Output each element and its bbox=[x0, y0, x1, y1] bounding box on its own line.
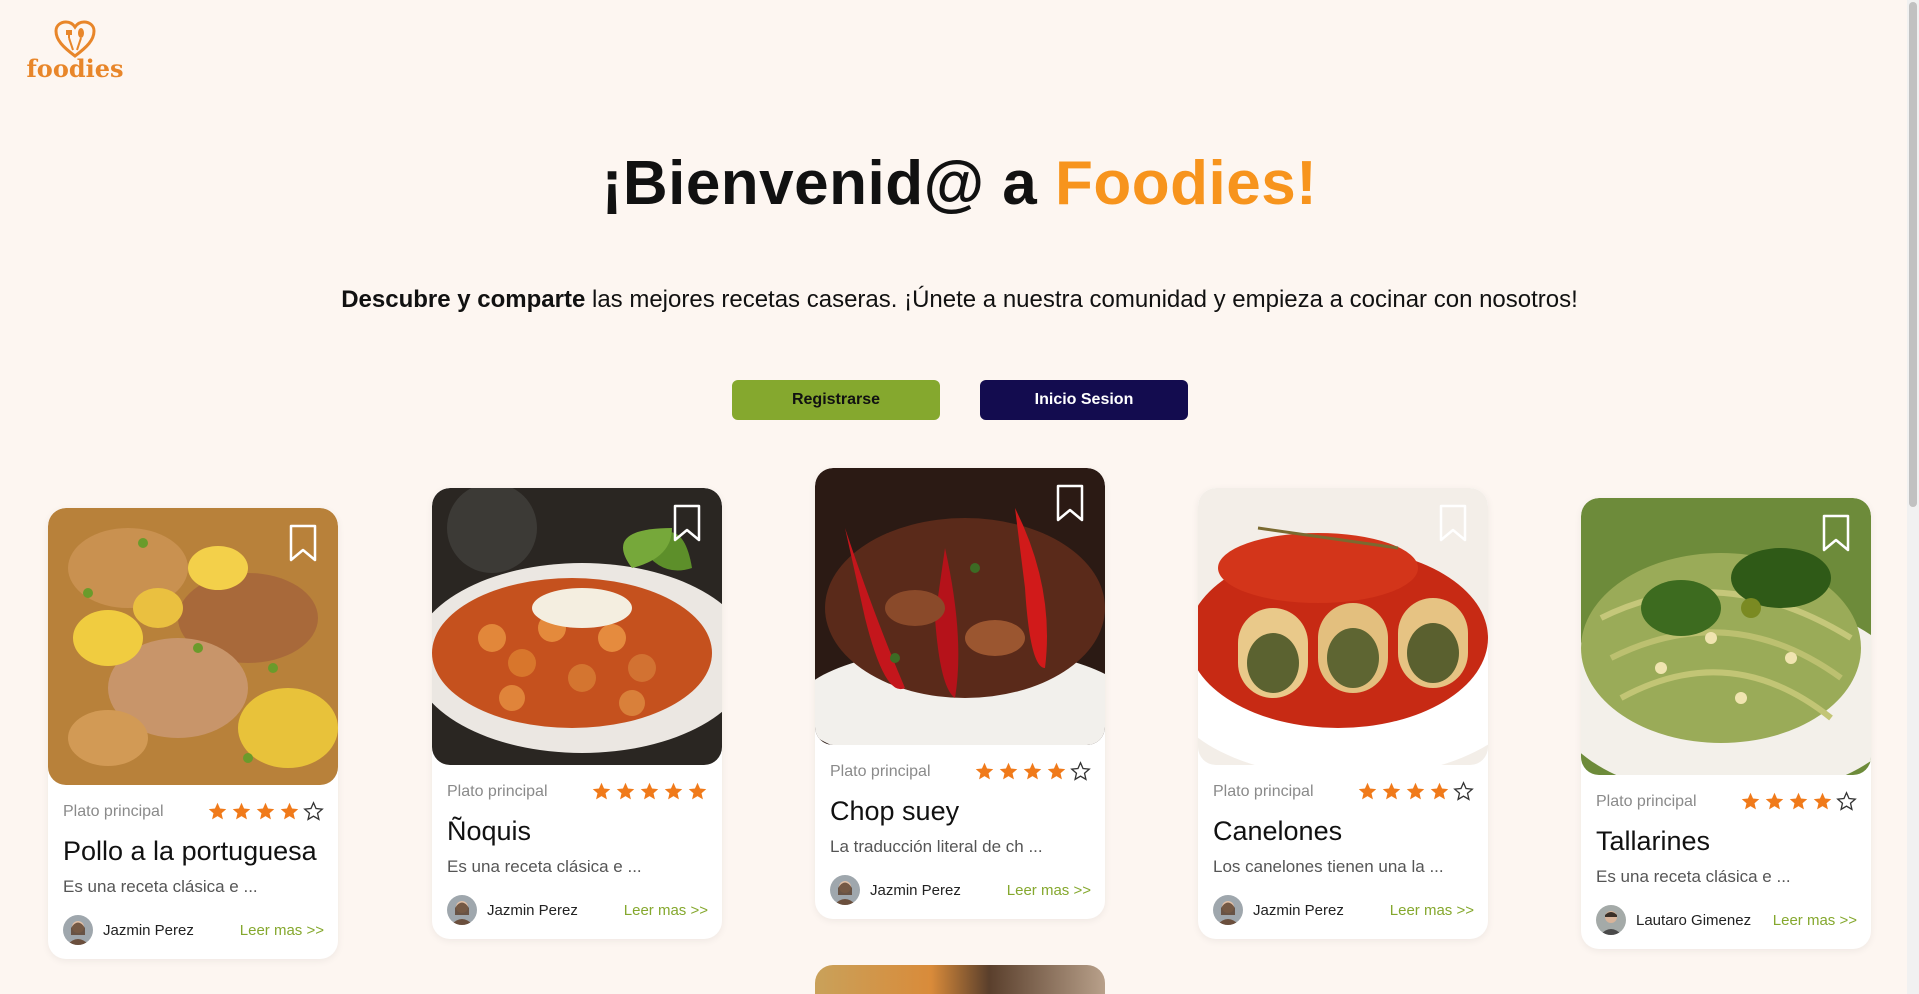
read-more-link[interactable]: Leer mas >> bbox=[1773, 912, 1857, 929]
recipe-description: Es una receta clásica e ... bbox=[63, 877, 258, 896]
recipe-card[interactable]: Plato principal Canelones Los canelones … bbox=[1198, 488, 1488, 939]
recipe-card[interactable]: Plato principal Pollo a la portuguesa Es… bbox=[48, 508, 338, 959]
star-filled-icon bbox=[999, 762, 1018, 780]
login-button[interactable]: Inicio Sesion bbox=[980, 380, 1188, 420]
avatar bbox=[1213, 895, 1243, 925]
author-name: Jazmin Perez bbox=[487, 901, 578, 919]
star-filled-icon bbox=[256, 802, 275, 820]
star-filled-icon bbox=[616, 782, 635, 800]
star-filled-icon bbox=[664, 782, 683, 800]
recipe-description: Es una receta clásica e ... bbox=[1596, 867, 1791, 886]
hero-subtitle-bold: Descubre y comparte bbox=[341, 286, 586, 313]
star-empty-icon bbox=[303, 801, 324, 821]
author-name: Lautaro Gimenez bbox=[1636, 911, 1752, 929]
rating-stars bbox=[207, 801, 324, 822]
scrollbar-thumb[interactable] bbox=[1909, 2, 1917, 507]
read-more-link[interactable]: Leer mas >> bbox=[1390, 902, 1474, 919]
read-more-link[interactable]: Leer mas >> bbox=[1007, 882, 1091, 899]
star-empty-icon bbox=[1070, 761, 1091, 781]
recipe-author[interactable]: Jazmin Perez bbox=[830, 875, 961, 905]
author-name: Jazmin Perez bbox=[870, 881, 961, 899]
star-filled-icon bbox=[975, 762, 994, 780]
hero-title-prefix: ¡Bienvenid@ a bbox=[601, 149, 1055, 218]
recipe-author[interactable]: Jazmin Perez bbox=[1213, 895, 1344, 925]
recipe-image[interactable] bbox=[1581, 498, 1871, 775]
star-filled-icon bbox=[1047, 762, 1066, 780]
star-filled-icon bbox=[1406, 782, 1425, 800]
bookmark-icon[interactable] bbox=[288, 524, 318, 562]
recipe-title: Chop suey bbox=[830, 796, 960, 826]
recipe-description: Es una receta clásica e ... bbox=[447, 857, 642, 876]
star-empty-icon bbox=[1453, 781, 1474, 801]
recipe-author[interactable]: Lautaro Gimenez bbox=[1596, 905, 1751, 935]
star-filled-icon bbox=[1741, 792, 1760, 810]
bookmark-icon[interactable] bbox=[1055, 484, 1085, 522]
recipe-title: Pollo a la portuguesa bbox=[63, 836, 317, 866]
star-filled-icon bbox=[1789, 792, 1808, 810]
avatar bbox=[447, 895, 477, 925]
recipe-category: Plato principal bbox=[447, 782, 548, 800]
recipe-description: La traducción literal de ch ... bbox=[830, 837, 1043, 856]
recipe-category: Plato principal bbox=[1213, 782, 1314, 800]
recipe-card[interactable]: Plato principal Ñoquis Es una receta clá… bbox=[432, 488, 722, 939]
recipe-category: Plato principal bbox=[63, 802, 164, 820]
star-filled-icon bbox=[208, 802, 227, 820]
star-filled-icon bbox=[688, 782, 707, 800]
rating-stars bbox=[1357, 781, 1474, 802]
bookmark-icon[interactable] bbox=[1438, 504, 1468, 542]
star-filled-icon bbox=[1430, 782, 1449, 800]
avatar bbox=[830, 875, 860, 905]
avatar bbox=[63, 915, 93, 945]
recipe-author[interactable]: Jazmin Perez bbox=[63, 915, 194, 945]
star-filled-icon bbox=[1382, 782, 1401, 800]
recipe-author[interactable]: Jazmin Perez bbox=[447, 895, 578, 925]
recipe-title: Ñoquis bbox=[447, 816, 532, 846]
author-name: Jazmin Perez bbox=[1253, 901, 1344, 919]
star-filled-icon bbox=[1765, 792, 1784, 810]
bookmark-icon[interactable] bbox=[672, 504, 702, 542]
read-more-link[interactable]: Leer mas >> bbox=[624, 902, 708, 919]
recipe-description: Los canelones tienen una la ... bbox=[1213, 857, 1444, 876]
rating-stars bbox=[591, 781, 708, 802]
bookmark-icon[interactable] bbox=[1821, 514, 1851, 552]
logo-text: foodies bbox=[26, 54, 124, 83]
recipe-image[interactable] bbox=[432, 488, 722, 765]
star-filled-icon bbox=[1813, 792, 1832, 810]
hero-subtitle-rest: las mejores recetas caseras. ¡Únete a nu… bbox=[585, 286, 1578, 313]
scrollbar[interactable] bbox=[1907, 0, 1919, 994]
recipe-title: Canelones bbox=[1213, 816, 1343, 846]
rating-stars bbox=[974, 761, 1091, 782]
recipe-card[interactable]: Plato principal Tallarines Es una receta… bbox=[1581, 498, 1871, 949]
recipe-card-peek[interactable] bbox=[815, 965, 1105, 994]
star-filled-icon bbox=[640, 782, 659, 800]
avatar bbox=[1596, 905, 1626, 935]
hero-subtitle: Descubre y comparte las mejores recetas … bbox=[0, 286, 1919, 314]
foodies-logo[interactable]: foodies bbox=[26, 20, 124, 86]
star-filled-icon bbox=[232, 802, 251, 820]
star-filled-icon bbox=[592, 782, 611, 800]
recipe-title: Tallarines bbox=[1596, 826, 1711, 856]
recipe-image[interactable] bbox=[48, 508, 338, 785]
author-name: Jazmin Perez bbox=[103, 921, 194, 939]
register-button[interactable]: Registrarse bbox=[732, 380, 940, 420]
heart-utensils-icon bbox=[54, 20, 96, 58]
recipe-card[interactable]: Plato principal Chop suey La traducción … bbox=[815, 468, 1105, 919]
hero-title: ¡Bienvenid@ a Foodies! bbox=[0, 148, 1919, 219]
rating-stars bbox=[1740, 791, 1857, 812]
read-more-link[interactable]: Leer mas >> bbox=[240, 922, 324, 939]
hero-title-accent: Foodies! bbox=[1055, 149, 1318, 218]
star-filled-icon bbox=[280, 802, 299, 820]
star-filled-icon bbox=[1358, 782, 1377, 800]
star-filled-icon bbox=[1023, 762, 1042, 780]
recipe-image[interactable] bbox=[815, 468, 1105, 745]
recipe-category: Plato principal bbox=[830, 762, 931, 780]
star-empty-icon bbox=[1836, 791, 1857, 811]
recipe-category: Plato principal bbox=[1596, 792, 1697, 810]
recipe-image[interactable] bbox=[1198, 488, 1488, 765]
